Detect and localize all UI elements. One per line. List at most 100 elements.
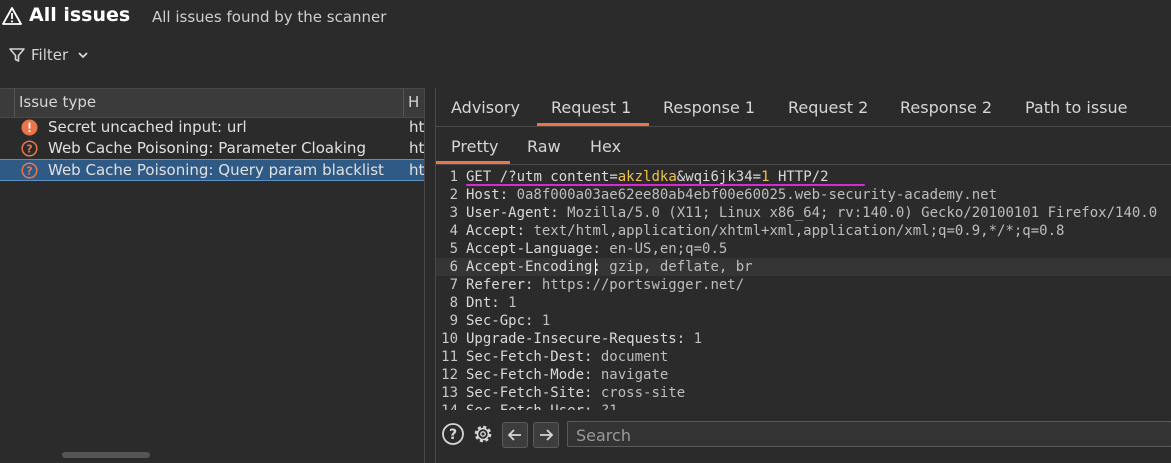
chevron-down-icon [78,52,88,59]
header-line: 8 Dnt: 1 [436,294,1171,312]
header-line: 13 Sec-Fetch-Site: cross-site [436,384,1171,402]
line-number: 12 [441,367,458,383]
page-subtitle: All issues found by the scanner [152,8,387,26]
svg-text:?: ? [449,427,457,443]
search-input[interactable] [574,424,1168,446]
tab-path-to-issue[interactable]: Path to issue [1025,98,1127,117]
issue-label: Web Cache Poisoning: Query param blackli… [48,161,384,179]
request-editor[interactable]: 1 GET /?utm_content=akzldka&wqi6jk34=1 H… [436,168,1171,410]
header-value: 1 [541,313,551,329]
header-name: Sec-Gpc [466,313,526,329]
header-text: Sec-Gpc: 1 [466,313,551,329]
svg-text:?: ? [26,143,32,156]
column-header-issue-type[interactable]: Issue type [19,93,96,111]
header-line: 14 Sec-Fetch-User: ?1 [436,402,1171,410]
back-button[interactable] [502,422,528,448]
header-value: text/html,application/xhtml+xml,applicat… [533,223,1065,239]
header-value: https://portswigger.net/ [541,277,745,293]
warning-triangle-icon [2,7,22,25]
http-method: GET [466,169,492,185]
path-prefix: /? [499,169,517,185]
header-line: 12 Sec-Fetch-Mode: navigate [436,366,1171,384]
column-divider[interactable] [403,89,404,117]
header-value: cross-site [600,385,686,401]
gear-icon[interactable] [471,422,495,446]
header-line: 11 Sec-Fetch-Dest: document [436,348,1171,366]
line-number: 4 [449,223,458,239]
line-number: 5 [449,241,458,257]
horizontal-scrollbar[interactable] [62,452,150,458]
line-number: 6 [449,259,458,275]
question-severity-icon: ? [21,140,38,157]
active-tab-indicator [537,123,649,126]
line-number: 2 [449,187,458,203]
line-number: 1 [449,169,458,185]
table-row[interactable]: ? Web Cache Poisoning: Parameter Cloakin… [0,138,424,159]
help-icon[interactable]: ? [441,422,465,446]
tab-raw[interactable]: Raw [527,137,561,156]
header-name: Sec-Fetch-Site [466,385,585,401]
header-line: 3 User-Agent: Mozilla/5.0 (X11; Linux x86… [436,204,1171,222]
back-arrow-icon [507,429,521,441]
search-box [567,421,1171,447]
header-name: Upgrade-Insecure-Requests [466,331,677,347]
header-value: 1 [693,331,703,347]
param-separator: & [676,169,686,185]
tab-response-1[interactable]: Response 1 [663,98,755,117]
question-severity-icon: ? [21,162,38,179]
editor-footer: ? [436,418,1171,450]
param-equals: = [609,169,618,185]
issue-host: ht [409,161,424,179]
header-text: Accept: text/html,application/xhtml+xml,… [466,223,1065,239]
header-line: 4 Accept: text/html,application/xhtml+xml… [436,222,1171,240]
header-text: Accept-Language: en-US,en;q=0.5 [466,241,728,257]
header-text: User-Agent: Mozilla/5.0 (X11; Linux x86_… [466,205,1158,221]
header-value: en-US,en;q=0.5 [609,241,728,257]
header-name: User-Agent [466,205,551,221]
tab-request-2[interactable]: Request 2 [788,98,868,117]
header-line: 10 Upgrade-Insecure-Requests: 1 [436,330,1171,348]
detail-tabs: Advisory Request 1 Response 1 Request 2 … [436,88,1171,127]
request-line: 1 GET /?utm_content=akzldka&wqi6jk34=1 H… [436,168,1171,186]
header-text: Upgrade-Insecure-Requests: 1 [466,331,703,347]
line-number: 13 [441,385,458,401]
header-value: gzip, deflate, br [609,259,753,275]
page-header: All issues All issues found by the scann… [0,0,1171,34]
header-text: Sec-Fetch-Site: cross-site [466,385,686,401]
param-name: utm_content [516,169,610,185]
header-line: 7 Referer: https://portswigger.net/ [436,276,1171,294]
issue-label: Web Cache Poisoning: Parameter Cloaking [48,139,366,157]
table-row-selected[interactable]: ? Web Cache Poisoning: Query param black… [0,159,424,181]
line-number: 10 [441,331,458,347]
tab-response-2[interactable]: Response 2 [900,98,992,117]
text-caret [595,259,596,275]
column-header-host[interactable]: H [408,93,419,111]
issue-label: Secret uncached input: url [48,118,247,136]
header-name: Dnt [466,295,492,311]
active-subtab-indicator [436,161,510,164]
header-line: 2 Host: 0a8f000a03ae62ee80ab4ebf00e60025.… [436,186,1171,204]
filter-button[interactable]: Filter [8,44,90,66]
header-value: document [600,349,669,365]
issue-host: ht [409,118,424,136]
tab-hex[interactable]: Hex [590,137,621,156]
tab-advisory[interactable]: Advisory [451,98,520,117]
header-value: 1 [508,295,517,311]
line-number: 8 [449,295,458,311]
header-line: 6 Accept-Encoding: gzip, deflate, br [436,258,1171,276]
forward-button[interactable] [533,422,559,448]
issues-table: Issue type H Secret uncached input: url … [0,88,425,463]
header-name: Sec-Fetch-Dest [466,349,585,365]
line-number: 11 [441,349,458,365]
header-line: 9 Sec-Gpc: 1 [436,312,1171,330]
filter-label: Filter [31,46,69,64]
header-text: Sec-Fetch-Mode: navigate [466,367,669,383]
header-name: Host [466,187,500,203]
view-mode-tabs: Pretty Raw Hex [436,128,1171,165]
table-row[interactable]: Secret uncached input: url ht [0,117,424,138]
svg-text:?: ? [26,165,32,178]
param-value: akzldka [617,169,677,185]
header-name: Referer [466,277,526,293]
tab-request-1[interactable]: Request 1 [551,98,631,117]
tab-pretty[interactable]: Pretty [451,137,498,156]
